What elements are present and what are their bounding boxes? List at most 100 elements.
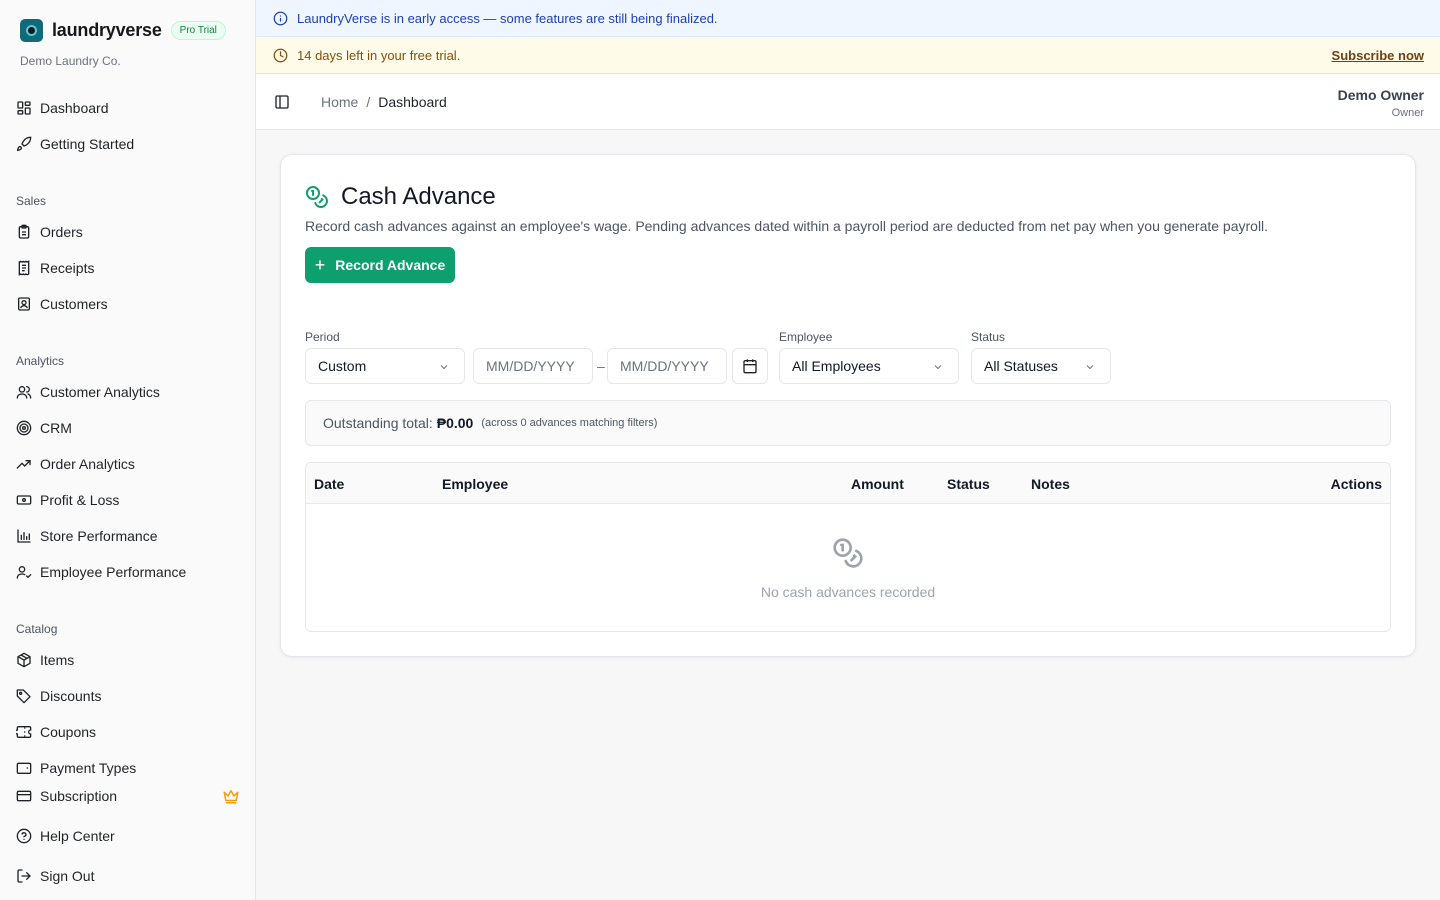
sidebar-item-getting-started[interactable]: Getting Started (16, 132, 134, 156)
sidebar-item-label: Coupons (40, 724, 97, 740)
brand-name: laundryverse (52, 20, 162, 40)
status-value: All Statuses (984, 358, 1058, 374)
cash-advance-card: Cash Advance Record cash advances agains… (280, 154, 1416, 657)
coins-icon (306, 186, 328, 208)
column-status[interactable]: Status (947, 476, 990, 492)
sidebar-item-label: Store Performance (40, 528, 158, 544)
sidebar-item-label: Profit & Loss (40, 492, 120, 508)
employee-select[interactable]: All Employees (779, 348, 959, 384)
column-employee[interactable]: Employee (442, 476, 508, 492)
date-range-dash: – (597, 358, 605, 374)
breadcrumb-current: Dashboard (378, 94, 447, 110)
credit-card-icon (16, 790, 32, 802)
contact-icon (18, 297, 30, 311)
sidebar-item-label: Employee Performance (40, 564, 187, 580)
table-header: Date Employee Amount Status Notes Action… (306, 463, 1390, 504)
sidebar-item-label: Sign Out (40, 868, 95, 884)
wallet-icon (16, 762, 32, 774)
trial-banner: 14 days left in your free trial. Subscri… (256, 37, 1440, 74)
sidebar-item-items[interactable]: Items (16, 648, 74, 672)
empty-state: No cash advances recorded (306, 537, 1390, 600)
status-label: Status (971, 330, 1006, 344)
coins-icon (833, 538, 863, 568)
user-role: Owner (1391, 107, 1424, 119)
sidebar-item-payment-types[interactable]: Payment Types (16, 756, 136, 776)
plus-icon: + (314, 255, 326, 275)
sidebar-item-order-analytics[interactable]: Order Analytics (16, 452, 135, 476)
empty-state-text: No cash advances recorded (760, 584, 936, 600)
column-date[interactable]: Date (314, 476, 344, 492)
top-bar: Home / Dashboard Demo Owner Owner (256, 74, 1440, 130)
end-date-input[interactable] (607, 348, 727, 384)
sidebar-item-label: Subscription (40, 788, 118, 804)
breadcrumb-home[interactable]: Home (321, 94, 358, 110)
sidebar-item-label: Order Analytics (40, 456, 135, 472)
record-advance-button[interactable]: + Record Advance (305, 247, 455, 283)
early-access-text: LaundryVerse is in early access — some f… (297, 10, 718, 26)
sidebar-item-profit-loss[interactable]: Profit & Loss (16, 488, 119, 512)
clipboard-icon (18, 224, 30, 239)
rocket-icon (16, 136, 32, 152)
start-date-input[interactable] (473, 348, 593, 384)
ticket-icon (16, 726, 32, 738)
sidebar-item-crm[interactable]: CRM (16, 416, 72, 440)
sidebar-item-sign-out[interactable]: Sign Out (16, 864, 94, 888)
employee-label: Employee (779, 330, 833, 344)
calendar-button[interactable] (732, 348, 768, 384)
users-icon (16, 386, 32, 399)
chevron-down-icon (934, 365, 942, 370)
target-icon (16, 420, 32, 436)
period-select[interactable]: Custom (305, 348, 465, 384)
sidebar-item-label: Customer Analytics (40, 384, 160, 400)
sidebar-item-label: CRM (40, 420, 72, 436)
trending-up-icon (16, 460, 31, 469)
clock-icon (273, 48, 288, 62)
trial-text: 14 days left in your free trial. (297, 47, 461, 63)
outstanding-note: (across 0 advances matching filters) (481, 417, 658, 429)
breadcrumb: Home / Dashboard (321, 94, 447, 110)
sidebar-item-coupons[interactable]: Coupons (16, 720, 96, 744)
receipt-icon (18, 260, 30, 276)
crown-icon (223, 790, 239, 804)
period-label: Period (305, 330, 340, 344)
sidebar-item-dashboard[interactable]: Dashboard (16, 96, 109, 120)
chevron-down-icon (440, 365, 448, 370)
sidebar-item-label: Payment Types (40, 760, 137, 776)
early-access-banner: LaundryVerse is in early access — some f… (256, 0, 1440, 37)
sidebar-item-receipts[interactable]: Receipts (16, 256, 94, 280)
status-select[interactable]: All Statuses (971, 348, 1111, 384)
sidebar-item-discounts[interactable]: Discounts (16, 684, 101, 708)
user-check-icon (16, 566, 32, 579)
sidebar-item-employee-performance[interactable]: Employee Performance (16, 560, 186, 584)
column-amount[interactable]: Amount (851, 476, 904, 492)
sidebar-item-customer-analytics[interactable]: Customer Analytics (16, 380, 160, 404)
user-name: Demo Owner (1337, 87, 1424, 103)
sidebar-item-label: Items (40, 652, 75, 668)
banknote-icon (16, 495, 32, 505)
sidebar-item-label: Receipts (40, 260, 95, 276)
subscribe-link[interactable]: Subscribe now (1332, 48, 1424, 63)
sidebar-item-label: Getting Started (40, 136, 135, 152)
sidebar-scroll-clip: Payment Types (0, 756, 255, 776)
chevron-down-icon (1086, 365, 1094, 370)
sidebar-item-subscription[interactable]: Subscription (16, 784, 117, 808)
sidebar-item-store-performance[interactable]: Store Performance (16, 524, 158, 548)
help-circle-icon (16, 828, 32, 844)
sidebar-group-catalog: Catalog (16, 622, 58, 636)
user-menu[interactable]: Demo Owner Owner (1338, 87, 1424, 119)
sidebar-group-analytics: Analytics (16, 354, 65, 368)
cash-advance-table: Date Employee Amount Status Notes Action… (305, 462, 1391, 632)
employee-value: All Employees (792, 358, 881, 374)
page-header: Cash Advance (305, 183, 496, 211)
info-icon (273, 11, 288, 25)
sidebar-item-label: Discounts (40, 688, 102, 704)
brand[interactable]: laundryverse Pro Trial (20, 19, 226, 42)
tag-icon (16, 689, 31, 704)
sidebar-item-help-center[interactable]: Help Center (16, 824, 115, 848)
dashboard-icon (17, 101, 31, 115)
sidebar-item-customers[interactable]: Customers (16, 292, 108, 316)
sidebar-item-orders[interactable]: Orders (16, 220, 83, 244)
laundryverse-logo-icon (20, 19, 43, 42)
sidebar-toggle-icon[interactable] (274, 94, 290, 110)
calendar-icon (743, 359, 757, 374)
